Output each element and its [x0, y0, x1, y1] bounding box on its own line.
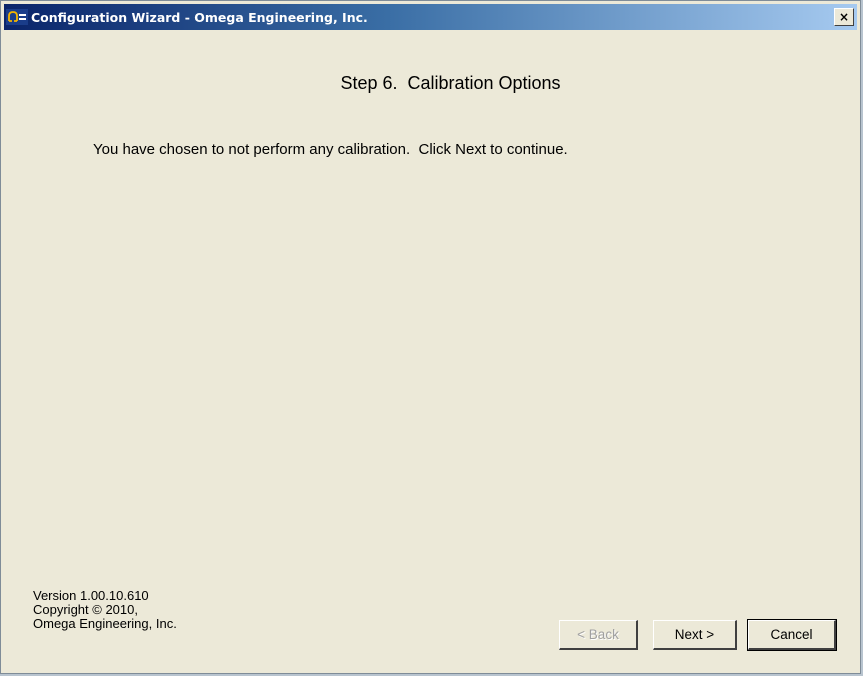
info-message: You have chosen to not perform any calib…	[93, 141, 568, 158]
cancel-button[interactable]: Cancel	[747, 619, 837, 651]
step-title-text: Step 6. Calibration Options	[340, 73, 561, 93]
back-button[interactable]: < Back	[559, 620, 638, 650]
title-bar[interactable]: Configuration Wizard - Omega Engineering…	[4, 4, 857, 30]
wizard-window: Configuration Wizard - Omega Engineering…	[0, 0, 861, 674]
company-text: Omega Engineering, Inc.	[33, 616, 177, 631]
omega-logo-icon	[6, 8, 28, 26]
step-title: Step 6. Calibration Options	[1, 73, 860, 94]
window-title: Configuration Wizard - Omega Engineering…	[31, 9, 368, 25]
copyright-text: Copyright © 2010,	[33, 602, 138, 617]
close-button[interactable]: ×	[834, 8, 854, 26]
version-info: Version 1.00.10.610 Copyright © 2010, Om…	[33, 589, 177, 631]
close-icon: ×	[838, 10, 850, 24]
next-button[interactable]: Next >	[653, 620, 737, 650]
version-text: Version 1.00.10.610	[33, 588, 149, 603]
